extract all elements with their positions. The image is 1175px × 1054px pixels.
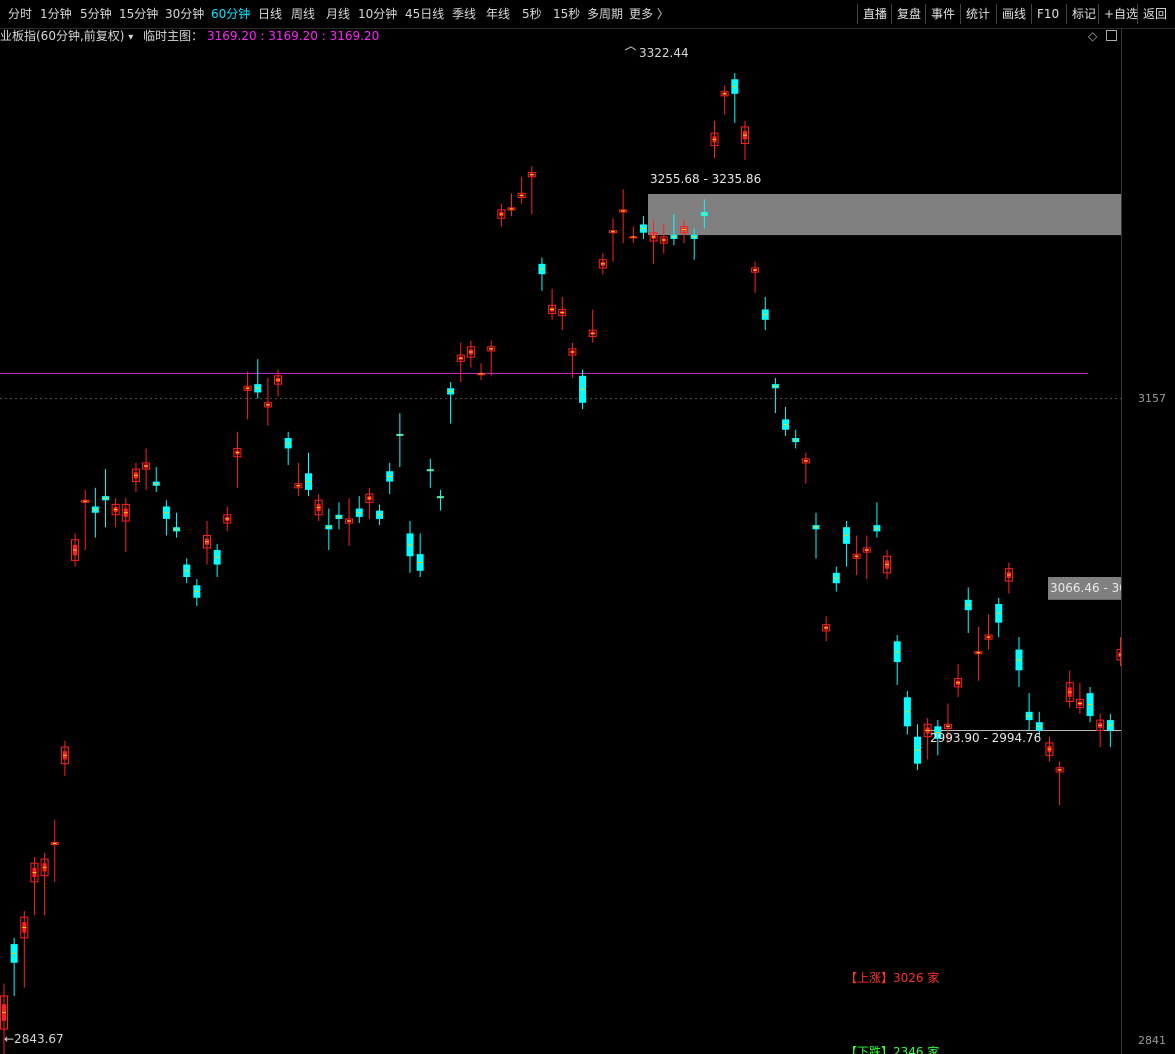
- index-name[interactable]: 业板指(60分钟,前复权): [0, 29, 124, 43]
- period-4[interactable]: 30分钟: [165, 6, 204, 22]
- period-8[interactable]: 月线: [326, 6, 350, 22]
- diamond-icon[interactable]: ◇: [1088, 28, 1097, 44]
- window-icon[interactable]: [1106, 30, 1117, 41]
- period-toolbar: 分时 1分钟 5分钟 15分钟 30分钟 60分钟 日线 周线 月线 10分钟 45日线 季线 年线 5秒…: [0, 0, 1175, 29]
- main-chart-label: 临时主图：: [143, 29, 204, 43]
- action-4[interactable]: 画线: [996, 4, 1031, 24]
- period-16[interactable]: 更多 〉: [629, 6, 669, 22]
- period-1[interactable]: 1分钟: [40, 6, 72, 22]
- period-0[interactable]: 分时: [8, 6, 32, 22]
- axis-label-0: 3157: [1138, 391, 1166, 405]
- period-7[interactable]: 周线: [291, 6, 315, 22]
- action-3[interactable]: 统计: [960, 4, 995, 24]
- zone-top-label: 3255.68 - 3235.86: [650, 172, 761, 186]
- chevron-down-icon[interactable]: ▾: [128, 32, 133, 43]
- high-label: 3322.44: [639, 46, 689, 60]
- period-15[interactable]: 多周期: [587, 6, 623, 22]
- period-2[interactable]: 5分钟: [80, 6, 112, 22]
- high-pointer: [624, 46, 637, 51]
- period-12[interactable]: 年线: [486, 6, 510, 22]
- action-0[interactable]: 直播: [857, 4, 892, 24]
- period-14[interactable]: 15秒: [553, 6, 580, 22]
- low-label: ←2843.67: [4, 1032, 64, 1046]
- main-chart-values: 3169.20 : 3169.20 : 3169.20: [206, 29, 380, 43]
- resistance-zone: [648, 193, 1121, 236]
- chart-info-bar: 业板指(60分钟,前复权) ▾ 临时主图： 3169.20 : 3169.20 …: [0, 28, 1121, 44]
- zone-low-label: 2993.90 - 2994.76: [930, 731, 1041, 745]
- down-count-label: 【下跌】2346 家: [845, 1044, 939, 1054]
- period-3[interactable]: 15分钟: [119, 6, 158, 22]
- candlestick-chart[interactable]: 3322.44 3255.68 - 3235.86 3066.46 - 30 2993…: [0, 44, 1121, 1054]
- price-axis[interactable]: 3157 2841: [1121, 28, 1175, 1054]
- axis-label-1: 2841: [1138, 1034, 1166, 1047]
- period-9[interactable]: 10分钟: [358, 6, 397, 22]
- zone-mid-label: 3066.46 - 30: [1050, 581, 1121, 595]
- action-6[interactable]: 标记: [1066, 4, 1101, 24]
- period-13[interactable]: 5秒: [522, 6, 542, 22]
- period-11[interactable]: 季线: [452, 6, 476, 22]
- up-count-label: 【上涨】3026 家: [845, 970, 939, 985]
- action-1[interactable]: 复盘: [891, 4, 926, 24]
- action-8[interactable]: 返回: [1137, 4, 1172, 24]
- period-10[interactable]: 45日线: [405, 6, 444, 22]
- period-5[interactable]: 60分钟: [211, 6, 250, 22]
- action-2[interactable]: 事件: [925, 4, 960, 24]
- action-5[interactable]: F10: [1031, 4, 1064, 24]
- period-6[interactable]: 日线: [258, 6, 282, 22]
